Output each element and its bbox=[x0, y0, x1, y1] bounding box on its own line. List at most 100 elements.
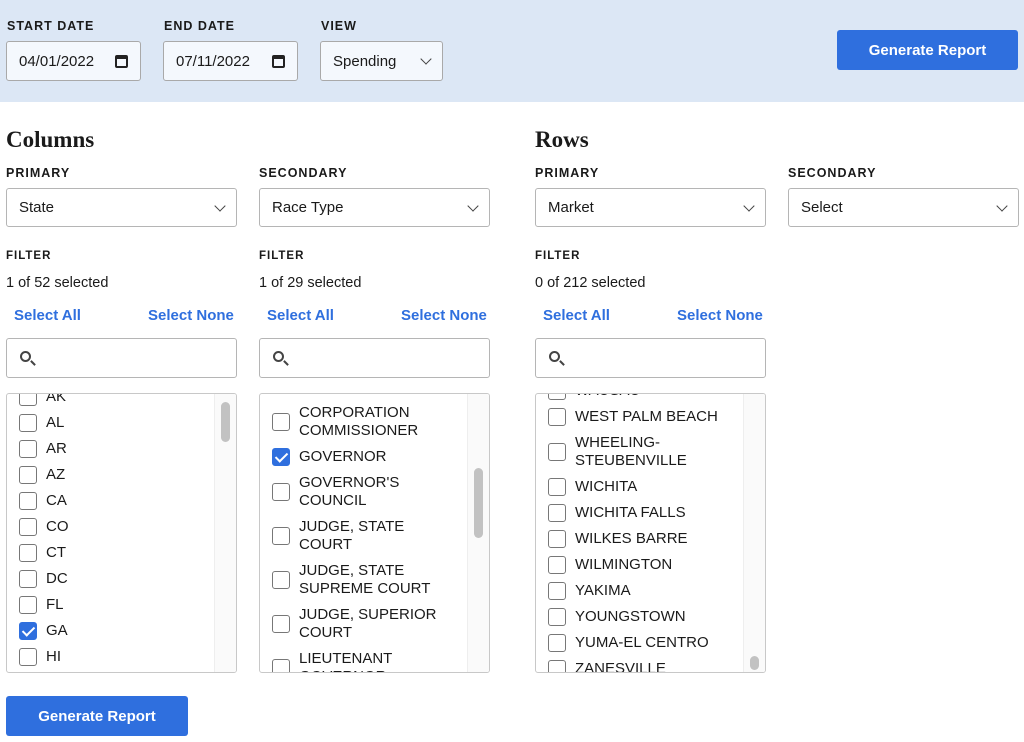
list-item[interactable]: Wichita bbox=[536, 474, 743, 500]
list-item[interactable]: Wilkes Barre bbox=[536, 526, 743, 552]
scrollbar[interactable] bbox=[467, 394, 489, 672]
list-item[interactable]: Judge, State Court bbox=[260, 514, 467, 558]
scrollbar-thumb[interactable] bbox=[221, 402, 230, 442]
checkbox[interactable] bbox=[272, 448, 290, 466]
checkbox[interactable] bbox=[548, 608, 566, 626]
checkbox[interactable] bbox=[548, 634, 566, 652]
rows-primary-label: PRIMARY bbox=[535, 166, 600, 180]
rows-primary-select-all[interactable]: Select All bbox=[543, 307, 610, 324]
checkbox[interactable] bbox=[548, 660, 566, 672]
list-item[interactable]: HI bbox=[7, 644, 214, 670]
list-item[interactable]: Corporation Commissioner bbox=[260, 400, 467, 444]
checkbox[interactable] bbox=[548, 443, 566, 461]
rows-primary-search-input[interactable] bbox=[535, 338, 766, 378]
checkbox[interactable] bbox=[19, 622, 37, 640]
rows-primary-select[interactable]: Market bbox=[535, 188, 766, 227]
list-item[interactable]: Zanesville bbox=[536, 656, 743, 672]
list-item[interactable]: FL bbox=[7, 592, 214, 618]
list-item[interactable]: GA bbox=[7, 618, 214, 644]
scrollbar[interactable] bbox=[214, 394, 236, 672]
list-item[interactable]: Wilmington bbox=[536, 552, 743, 578]
columns-secondary-filter-label: FILTER bbox=[259, 250, 305, 262]
view-select[interactable]: Spending bbox=[320, 41, 443, 81]
columns-secondary-select-none[interactable]: Select None bbox=[401, 307, 487, 324]
checkbox[interactable] bbox=[272, 615, 290, 633]
columns-primary-search-input[interactable] bbox=[6, 338, 237, 378]
checkbox[interactable] bbox=[19, 570, 37, 588]
checkbox[interactable] bbox=[548, 394, 566, 400]
list-item[interactable]: West Palm Beach bbox=[536, 404, 743, 430]
checkbox[interactable] bbox=[548, 556, 566, 574]
list-item[interactable]: Wausau bbox=[536, 394, 743, 404]
list-item[interactable]: Governor bbox=[260, 444, 467, 470]
list-item[interactable]: Wheeling-Steubenville bbox=[536, 430, 743, 474]
list-item[interactable]: Youngstown bbox=[536, 604, 743, 630]
checkbox[interactable] bbox=[19, 648, 37, 666]
list-item[interactable]: Yuma-El Centro bbox=[536, 630, 743, 656]
list-item[interactable]: AL bbox=[7, 410, 214, 436]
checkbox[interactable] bbox=[19, 394, 37, 406]
list-item[interactable]: AK bbox=[7, 394, 214, 410]
list-item[interactable]: DC bbox=[7, 566, 214, 592]
start-date-input[interactable]: 04/01/2022 bbox=[6, 41, 141, 81]
item-label: Yuma-El Centro bbox=[575, 634, 709, 651]
checkbox[interactable] bbox=[19, 414, 37, 432]
list-item[interactable]: AR bbox=[7, 436, 214, 462]
columns-secondary-search-input[interactable] bbox=[259, 338, 490, 378]
item-label: Governor's Council bbox=[299, 474, 400, 509]
rows-heading: Rows bbox=[535, 127, 589, 152]
checkbox[interactable] bbox=[272, 527, 290, 545]
checkbox[interactable] bbox=[19, 544, 37, 562]
rows-secondary-select[interactable]: Select bbox=[788, 188, 1019, 227]
checkbox[interactable] bbox=[19, 492, 37, 510]
list-item[interactable]: Wichita Falls bbox=[536, 500, 743, 526]
list-item[interactable]: AZ bbox=[7, 462, 214, 488]
checkbox[interactable] bbox=[19, 596, 37, 614]
scrollbar[interactable] bbox=[743, 394, 765, 672]
columns-primary-label: PRIMARY bbox=[6, 166, 71, 180]
columns-secondary-options-list[interactable]: Corporation Commissioner Governor Governor… bbox=[259, 393, 490, 673]
checkbox[interactable] bbox=[19, 440, 37, 458]
calendar-icon[interactable] bbox=[272, 54, 285, 68]
list-item[interactable]: CT bbox=[7, 540, 214, 566]
rows-primary-filter-label: FILTER bbox=[535, 250, 581, 262]
columns-primary-options-list[interactable]: AK AL AR AZ CA CO CT DC FL GA HI bbox=[6, 393, 237, 673]
checkbox[interactable] bbox=[548, 408, 566, 426]
columns-primary-select-none[interactable]: Select None bbox=[148, 307, 234, 324]
columns-secondary-select-all[interactable]: Select All bbox=[267, 307, 334, 324]
checkbox[interactable] bbox=[19, 466, 37, 484]
columns-primary-select[interactable]: State bbox=[6, 188, 237, 227]
list-item[interactable]: Yakima bbox=[536, 578, 743, 604]
checkbox[interactable] bbox=[272, 483, 290, 501]
generate-report-button[interactable]: Generate Report bbox=[6, 696, 188, 736]
chevron-down-icon bbox=[420, 53, 432, 65]
generate-report-button-top[interactable]: Generate Report bbox=[837, 30, 1018, 70]
checkbox[interactable] bbox=[548, 478, 566, 496]
checkbox[interactable] bbox=[548, 504, 566, 522]
checkbox[interactable] bbox=[272, 659, 290, 672]
scrollbar-thumb[interactable] bbox=[474, 468, 483, 538]
columns-secondary-select[interactable]: Race Type bbox=[259, 188, 490, 227]
checkbox[interactable] bbox=[19, 518, 37, 536]
list-item[interactable]: Judge, State Supreme Court bbox=[260, 558, 467, 602]
checkbox[interactable] bbox=[548, 582, 566, 600]
end-date-input[interactable]: 07/11/2022 bbox=[163, 41, 298, 81]
scrollbar-thumb[interactable] bbox=[750, 656, 759, 670]
list-item[interactable]: Lieutenant Governor bbox=[260, 646, 467, 672]
list-item[interactable]: Judge, Superior Court bbox=[260, 602, 467, 646]
checkbox[interactable] bbox=[272, 571, 290, 589]
list-item[interactable]: Governor's Council bbox=[260, 470, 467, 514]
item-label: Wausau bbox=[575, 394, 640, 400]
list-item[interactable]: CA bbox=[7, 488, 214, 514]
calendar-icon[interactable] bbox=[115, 54, 128, 68]
chevron-down-icon bbox=[214, 199, 226, 212]
rows-primary-select-none[interactable]: Select None bbox=[677, 307, 763, 324]
item-label: Wilkes Barre bbox=[575, 530, 688, 547]
columns-primary-select-all[interactable]: Select All bbox=[14, 307, 81, 324]
checkbox[interactable] bbox=[548, 530, 566, 548]
list-item[interactable]: CO bbox=[7, 514, 214, 540]
chevron-down-icon bbox=[743, 199, 755, 212]
rows-primary-options-list[interactable]: Wausau West Palm Beach Wheeling-Steubenvil… bbox=[535, 393, 766, 673]
checkbox[interactable] bbox=[272, 413, 290, 431]
item-label: Wilmington bbox=[575, 556, 673, 573]
